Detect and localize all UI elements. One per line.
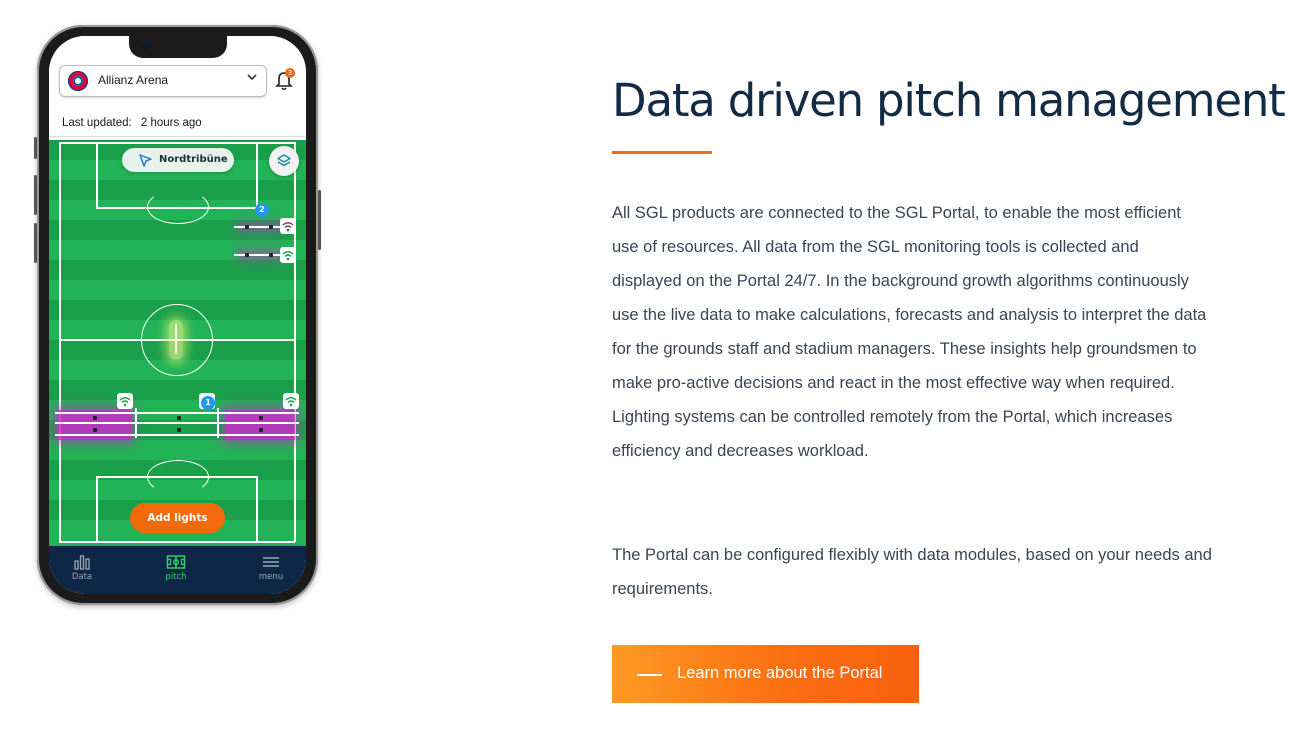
lamp-group-badge[interactable]: 1 xyxy=(201,396,215,410)
lamp-rig xyxy=(55,422,135,424)
camera-icon xyxy=(141,42,149,50)
lamp-rig xyxy=(137,434,217,436)
lamp-rig xyxy=(175,324,177,354)
pitch-line xyxy=(96,142,98,208)
phone-silent-switch xyxy=(34,137,37,159)
pitch-line xyxy=(294,142,296,542)
wifi-icon[interactable] xyxy=(117,393,133,409)
header-divider xyxy=(49,136,306,137)
learn-more-button[interactable]: Learn more about the Portal xyxy=(612,645,919,703)
config-paragraph: The Portal can be configured flexibly wi… xyxy=(612,546,1212,598)
phone-screen: Allianz Arena 3 Last updated: 2 hours ag… xyxy=(49,36,306,594)
nav-label: menu xyxy=(258,572,284,582)
title-accent-divider xyxy=(612,151,712,154)
venue-select[interactable]: Allianz Arena xyxy=(59,65,267,97)
add-lights-button[interactable]: Add lights xyxy=(130,503,225,533)
nav-item-pitch[interactable]: pitch xyxy=(156,554,196,582)
nav-label: Data xyxy=(71,572,93,582)
lamp-rig xyxy=(55,434,135,436)
page-title: Data driven pitch management xyxy=(612,74,1286,127)
pitch-line xyxy=(96,476,98,542)
pitch-line xyxy=(256,476,258,542)
lamp-rig xyxy=(234,226,282,228)
stand-selector[interactable]: Nordtribüne xyxy=(122,148,234,172)
wifi-icon[interactable] xyxy=(280,218,296,234)
lamp-rig xyxy=(219,434,299,436)
layers-button[interactable] xyxy=(269,146,299,176)
stand-label: Nordtribüne xyxy=(159,154,228,165)
last-updated-label: Last updated: xyxy=(62,117,132,129)
cursor-icon xyxy=(139,154,152,167)
penalty-arc xyxy=(147,460,209,494)
notification-badge: 3 xyxy=(285,68,295,78)
pitch-line xyxy=(59,142,61,542)
learn-more-label: Learn more about the Portal xyxy=(677,664,883,682)
lamp-rig xyxy=(234,254,282,256)
venue-name: Allianz Arena xyxy=(98,73,169,87)
lamp-rig xyxy=(217,408,219,438)
dash-icon xyxy=(637,674,662,676)
club-logo-icon xyxy=(68,71,88,91)
pitch-line xyxy=(59,541,295,543)
pitch-icon xyxy=(166,555,186,569)
lamp-rig xyxy=(219,422,299,424)
lamp-group-badge[interactable]: 2 xyxy=(255,203,269,217)
chevron-down-icon xyxy=(247,72,257,85)
bar-chart-icon xyxy=(74,555,90,570)
last-updated-value: 2 hours ago xyxy=(140,117,202,129)
last-updated: Last updated: 2 hours ago xyxy=(62,117,202,129)
lamp-rig xyxy=(137,422,217,424)
phone-volume-up xyxy=(34,175,37,215)
phone-volume-down xyxy=(34,223,37,263)
lamp-rig xyxy=(137,412,217,414)
pitch-line xyxy=(256,142,258,208)
bottom-nav: Data pitch menu xyxy=(49,546,306,594)
phone-mockup: Allianz Arena 3 Last updated: 2 hours ag… xyxy=(34,25,321,605)
nav-item-menu[interactable]: menu xyxy=(251,554,291,582)
phone-power-button xyxy=(318,190,321,250)
wifi-icon[interactable] xyxy=(283,393,299,409)
nav-label: pitch xyxy=(165,572,187,582)
lamp-rig xyxy=(55,412,135,414)
layers-icon xyxy=(277,154,291,167)
intro-paragraph: All SGL products are connected to the SG… xyxy=(612,204,1207,460)
pitch-map[interactable]: 2 1 Nordtribüne Add lights xyxy=(49,140,306,546)
wifi-icon[interactable] xyxy=(280,247,296,263)
pitch-line xyxy=(59,142,295,144)
penalty-arc xyxy=(147,190,209,224)
lamp-rig xyxy=(219,412,299,414)
lamp-rig xyxy=(135,408,137,438)
hamburger-menu-icon xyxy=(263,557,279,567)
nav-item-data[interactable]: Data xyxy=(62,554,102,582)
